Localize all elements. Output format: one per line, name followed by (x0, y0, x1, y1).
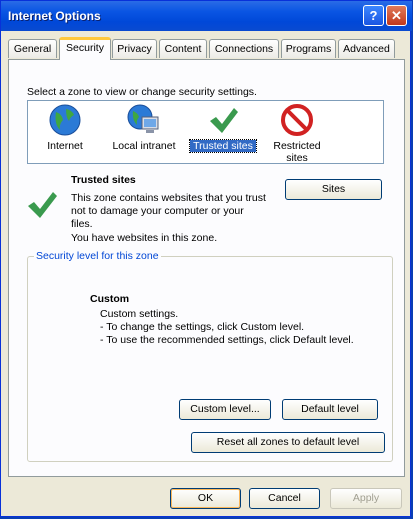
zone-label: Internet (47, 140, 83, 152)
tab-security[interactable]: Security (59, 37, 111, 60)
restricted-icon (281, 104, 313, 136)
custom-level-button[interactable]: Custom level... (179, 399, 271, 420)
apply-button[interactable]: Apply (330, 488, 402, 509)
globe-icon (49, 104, 81, 136)
zone-local-intranet[interactable]: Local intranet (102, 103, 186, 152)
zone-trusted-sites[interactable]: Trusted sites (189, 103, 257, 153)
zone-label: Trusted sites (189, 139, 257, 153)
zone-prompt: Select a zone to view or change security… (27, 86, 257, 98)
security-level-legend: Security level for this zone (34, 250, 161, 262)
tab-privacy[interactable]: Privacy (112, 39, 157, 58)
security-level-line: - To use the recommended settings, click… (100, 334, 354, 346)
security-panel: Select a zone to view or change security… (8, 59, 405, 477)
window-title: Internet Options (8, 9, 101, 23)
cancel-button[interactable]: Cancel (249, 488, 320, 509)
default-level-button[interactable]: Default level (282, 399, 378, 420)
zone-title: Trusted sites (71, 174, 136, 186)
zone-internet[interactable]: Internet (36, 103, 94, 152)
security-level-title: Custom (90, 293, 130, 305)
reset-all-zones-button[interactable]: Reset all zones to default level (191, 432, 385, 453)
title-bar[interactable]: Internet Options ? ✕ (1, 1, 412, 31)
ok-button[interactable]: OK (170, 488, 241, 509)
close-button[interactable]: ✕ (386, 5, 407, 26)
intranet-icon (127, 104, 159, 133)
tab-general[interactable]: General (8, 39, 57, 58)
security-level-line: Custom settings. (100, 308, 179, 320)
zone-note: You have websites in this zone. (71, 232, 218, 244)
zone-description: This zone contains websites that you tru… (71, 192, 266, 230)
tab-connections[interactable]: Connections (209, 39, 279, 58)
security-level-line: - To change the settings, click Custom l… (100, 321, 305, 333)
zone-label: Restricted sites (273, 140, 321, 164)
internet-options-window: Internet Options ? ✕ General Security Pr… (0, 0, 412, 517)
zone-label: Local intranet (112, 140, 176, 152)
checkmark-icon (210, 108, 238, 133)
tab-advanced[interactable]: Advanced (338, 39, 395, 58)
tab-content[interactable]: Content (159, 39, 207, 58)
zone-list: Internet Local intranet Trusted sites Re… (27, 100, 384, 164)
zone-restricted-sites[interactable]: Restricted sites (264, 103, 330, 164)
help-button[interactable]: ? (363, 5, 384, 26)
sites-button[interactable]: Sites (285, 179, 382, 200)
trusted-checkmark-icon (28, 192, 57, 218)
tab-programs[interactable]: Programs (281, 39, 336, 58)
